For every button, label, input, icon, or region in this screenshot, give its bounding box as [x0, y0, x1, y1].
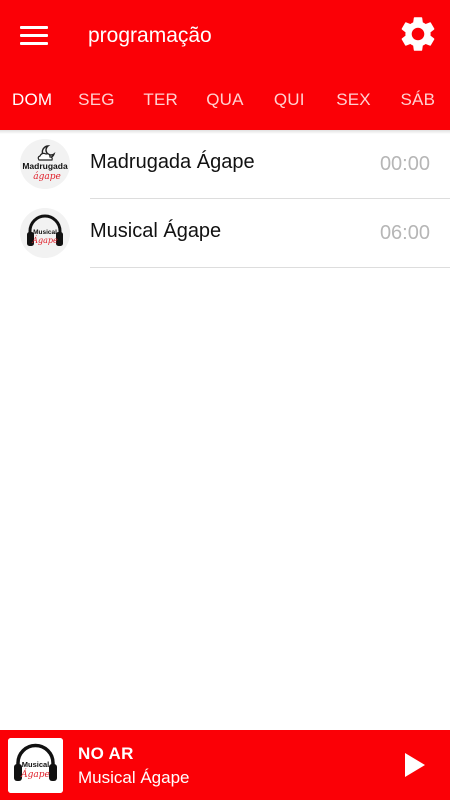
row-divider [90, 267, 450, 268]
app-bar: programação DOM SEG TER QUA QUI SEX SÁB [0, 0, 450, 130]
tab-ter[interactable]: TER [129, 78, 193, 122]
tab-seg[interactable]: SEG [64, 78, 128, 122]
tab-sab[interactable]: SÁB [386, 78, 450, 122]
now-playing-art: Musical Ágape [8, 738, 63, 793]
gear-icon[interactable] [397, 13, 439, 55]
madrugada-agape-logo: Madrugada ágape [20, 139, 70, 189]
tab-qua[interactable]: QUA [193, 78, 257, 122]
on-air-label: NO AR [78, 744, 134, 763]
program-name: Madrugada Ágape [90, 151, 255, 173]
program-time: 00:00 [379, 153, 430, 175]
schedule-row[interactable]: Musical Ágape Musical Ágape 06:00 [0, 199, 450, 268]
tab-indicator [0, 124, 70, 127]
program-name: Musical Ágape [90, 220, 222, 242]
svg-text:Ágape: Ágape [31, 236, 58, 245]
svg-text:ágape: ágape [33, 171, 61, 182]
program-time: 06:00 [379, 222, 430, 244]
now-playing-title: Musical Ágape [78, 768, 190, 787]
svg-text:Musical: Musical [33, 229, 57, 236]
page-title: programação [88, 24, 212, 47]
tab-dom[interactable]: DOM [0, 78, 64, 122]
svg-text:Ágape: Ágape [20, 768, 50, 780]
play-icon[interactable] [398, 749, 430, 781]
svg-text:Musical: Musical [22, 760, 50, 769]
schedule-row[interactable]: Madrugada ágape Madrugada Ágape 00:00 [0, 130, 450, 199]
now-playing-bar[interactable]: Musical Ágape NO AR Musical Ágape [0, 730, 450, 800]
tab-sex[interactable]: SEX [321, 78, 385, 122]
day-tabs: DOM SEG TER QUA QUI SEX SÁB [0, 78, 450, 122]
musical-agape-logo: Musical Ágape [20, 208, 70, 258]
schedule-list: Madrugada ágape Madrugada Ágape 00:00 Mu… [0, 130, 450, 268]
hamburger-menu-icon[interactable] [14, 18, 54, 52]
tab-qui[interactable]: QUI [257, 78, 321, 122]
svg-text:Madrugada: Madrugada [22, 161, 68, 171]
